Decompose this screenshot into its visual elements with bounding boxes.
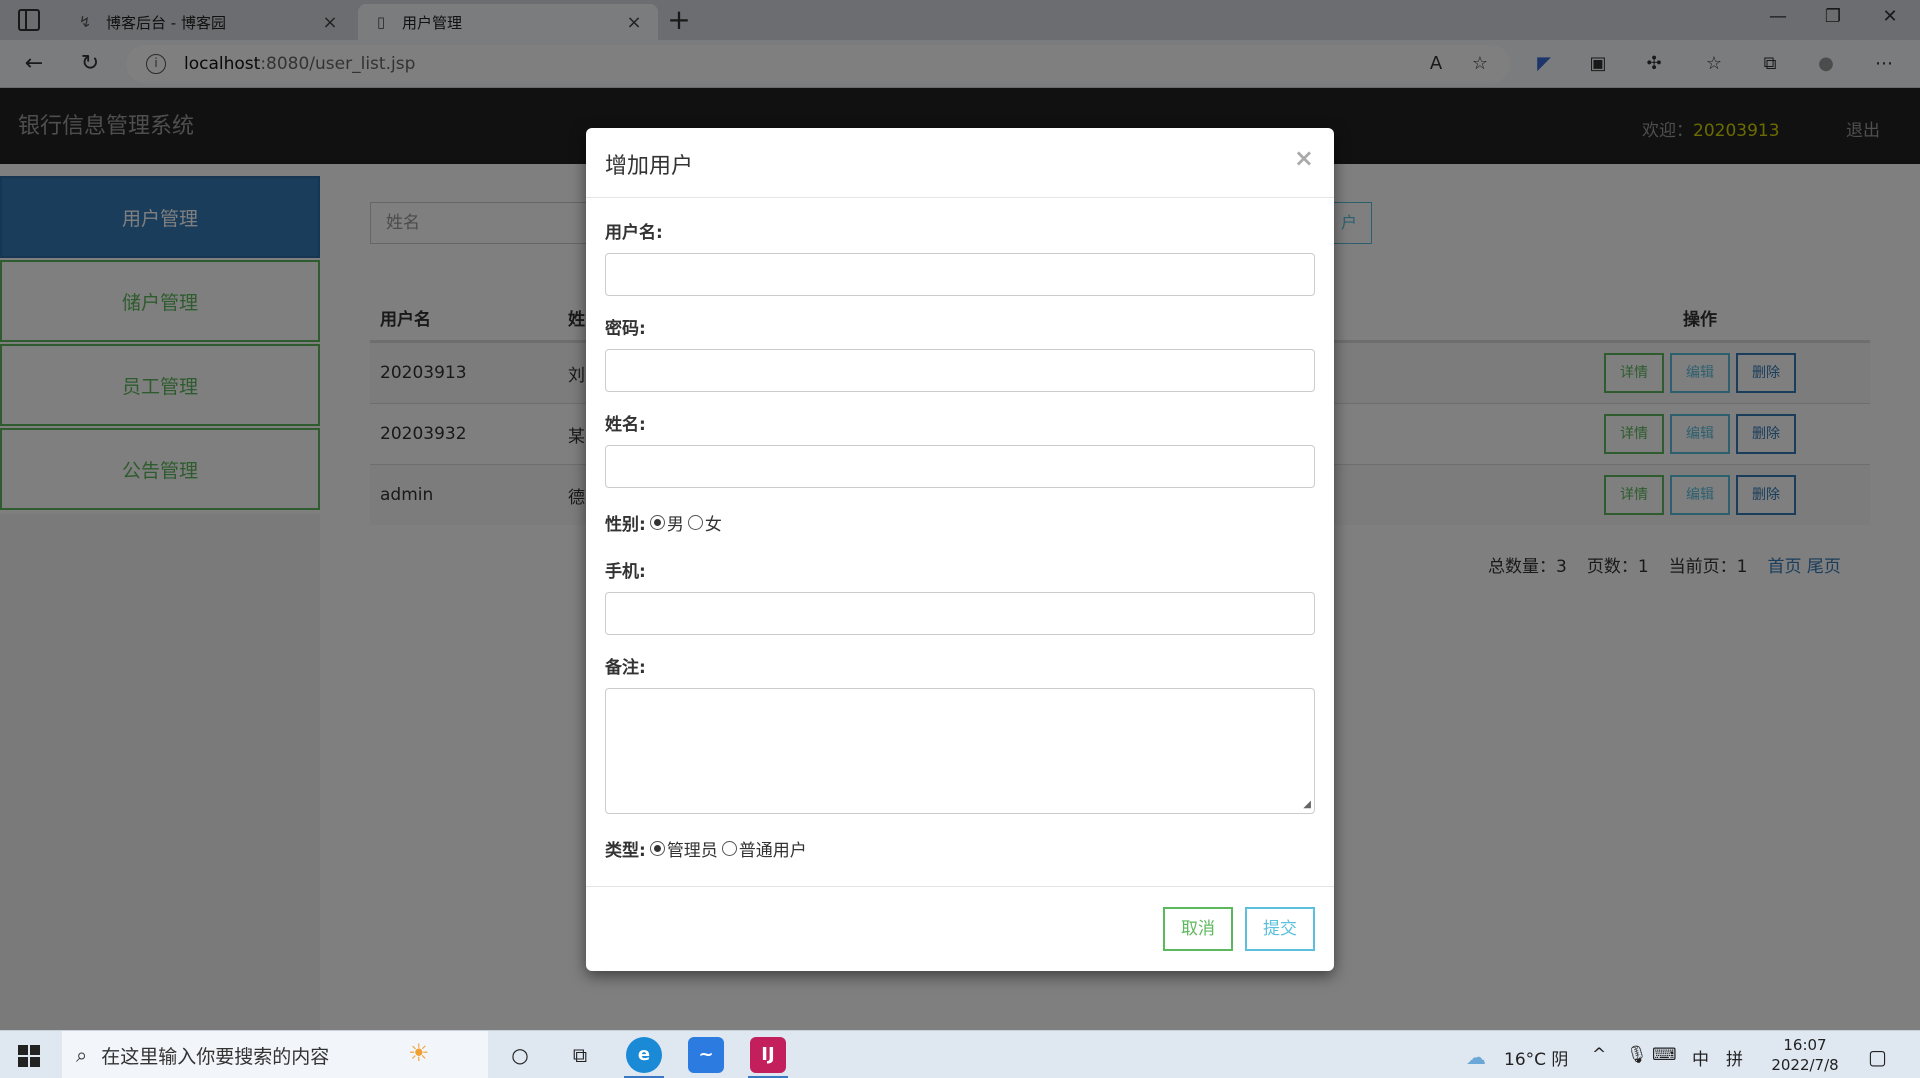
lark-app-icon[interactable]: ~ (688, 1037, 724, 1073)
type-label: 类型: (605, 841, 646, 861)
add-user-modal: 增加用户 × 用户名: 密码: 姓名: 性别: 男 女 手机: 备注: ◢ 类型… (586, 128, 1334, 971)
task-view-icon[interactable]: ⧉ (564, 1039, 596, 1071)
type-user-radio[interactable] (721, 841, 737, 856)
name-label: 姓名: (605, 415, 646, 435)
clock-time: 16:07 (1783, 1036, 1827, 1054)
username-label: 用户名: (605, 223, 663, 243)
taskbar-clock[interactable]: 16:07 2022/7/8 (1760, 1035, 1850, 1075)
resize-grip-icon[interactable]: ◢ (1303, 799, 1311, 810)
clock-date: 2022/7/8 (1771, 1056, 1839, 1074)
username-field[interactable] (605, 253, 1315, 296)
windows-start-icon[interactable] (18, 1045, 40, 1067)
search-highlight-icon: ☀ (408, 1039, 430, 1067)
modal-footer: 取消 提交 (586, 886, 1334, 971)
phone-field[interactable] (605, 592, 1315, 635)
windows-taskbar: ⌕ 在这里输入你要搜索的内容 ☀ ○ ⧉ e ~ IJ ☁ 16°C 阴 ^ 🎙… (0, 1030, 1920, 1078)
submit-button[interactable]: 提交 (1245, 907, 1315, 951)
taskbar-search-placeholder: 在这里输入你要搜索的内容 (101, 1045, 330, 1068)
gender-male-radio[interactable] (649, 515, 665, 530)
keyboard-icon[interactable]: ⌨ (1652, 1045, 1677, 1065)
microphone-icon[interactable]: 🎙 (1626, 1045, 1648, 1065)
gender-row: 性别: 男 女 (605, 510, 1315, 535)
phone-label: 手机: (605, 562, 646, 582)
cortana-icon[interactable]: ○ (504, 1039, 536, 1071)
note-textarea[interactable]: ◢ (605, 688, 1315, 814)
close-icon[interactable]: × (1294, 144, 1314, 172)
ime-mode[interactable]: 拼 (1726, 1045, 1743, 1070)
name-field[interactable] (605, 445, 1315, 488)
gender-label: 性别: (605, 515, 646, 535)
gender-female-label: 女 (704, 515, 722, 535)
password-label: 密码: (605, 319, 646, 339)
gender-female-radio[interactable] (687, 515, 703, 530)
weather-icon[interactable]: ☁ (1466, 1045, 1486, 1069)
note-label: 备注: (605, 658, 646, 678)
weather-text[interactable]: 16°C 阴 (1504, 1045, 1568, 1070)
notification-icon[interactable]: ▢ (1868, 1045, 1887, 1069)
type-row: 类型: 管理员 普通用户 (605, 836, 1315, 861)
tray-expand-icon[interactable]: ^ (1592, 1045, 1606, 1065)
search-icon: ⌕ (76, 1043, 88, 1067)
edge-app-icon[interactable]: e (626, 1037, 662, 1073)
gender-male-label: 男 (666, 515, 684, 535)
cancel-button[interactable]: 取消 (1163, 907, 1233, 951)
taskbar-search[interactable]: ⌕ 在这里输入你要搜索的内容 ☀ (62, 1031, 488, 1078)
type-admin-label: 管理员 (666, 841, 718, 861)
modal-title: 增加用户 (605, 154, 694, 179)
ime-lang[interactable]: 中 (1692, 1045, 1709, 1070)
password-field[interactable] (605, 349, 1315, 392)
type-admin-radio[interactable] (649, 841, 665, 856)
modal-body: 用户名: 密码: 姓名: 性别: 男 女 手机: 备注: ◢ 类型: 管理员 普… (586, 218, 1334, 861)
modal-header: 增加用户 × (586, 128, 1334, 198)
intellij-app-icon[interactable]: IJ (750, 1037, 786, 1073)
type-user-label: 普通用户 (738, 841, 807, 861)
